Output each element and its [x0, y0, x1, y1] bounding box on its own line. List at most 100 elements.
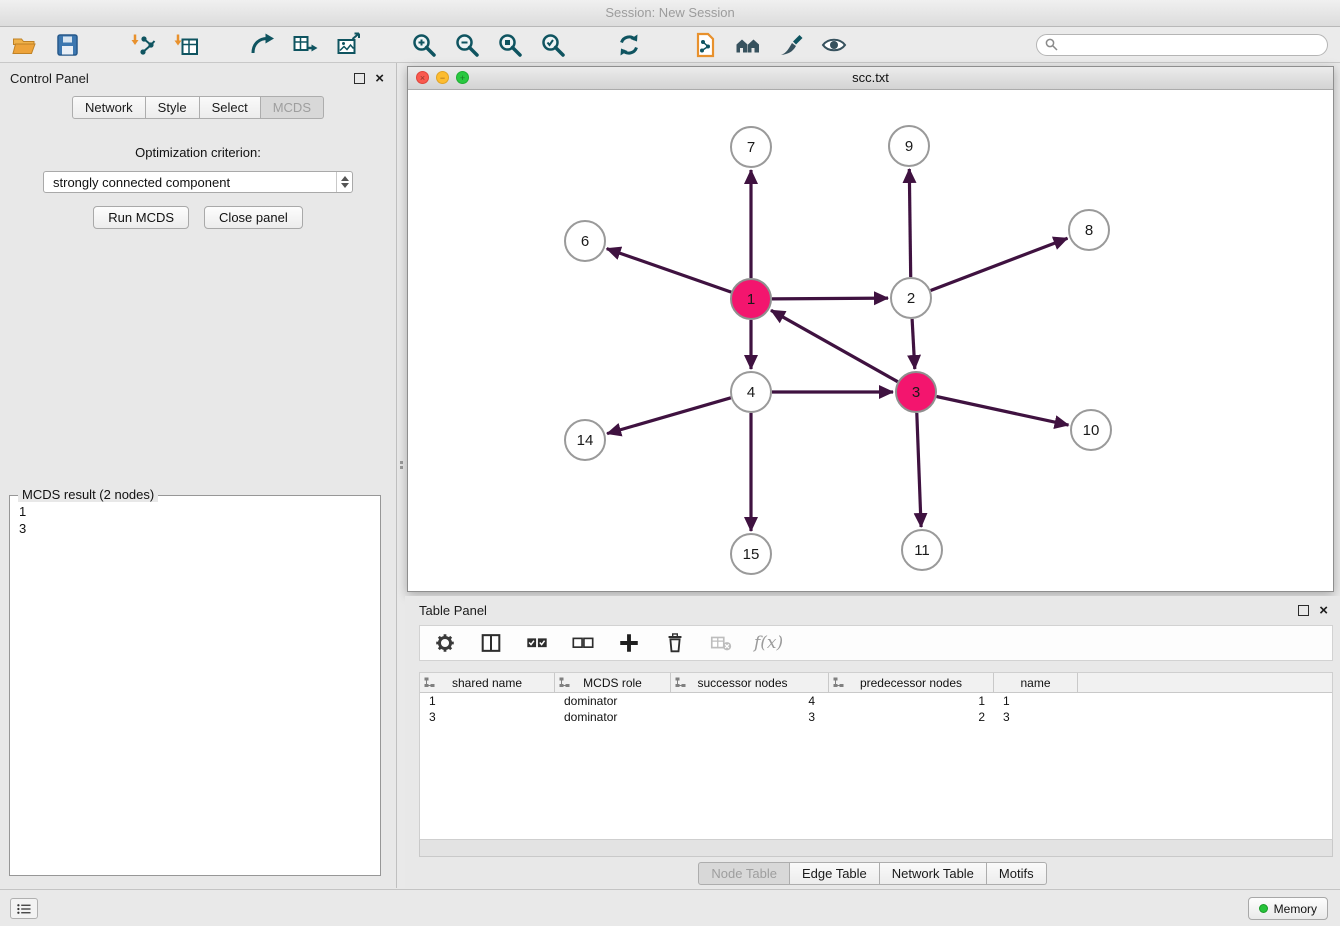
select-all-icon[interactable]	[524, 630, 550, 656]
tab-motifs[interactable]: Motifs	[987, 862, 1047, 885]
table-settings-gear-icon[interactable]	[432, 630, 458, 656]
column-header-name[interactable]: name	[994, 673, 1078, 692]
graph-edge-2-8[interactable]	[931, 238, 1068, 290]
zoom-in-icon[interactable]	[410, 31, 438, 59]
node-table[interactable]: shared name MCDS role successor	[419, 672, 1333, 840]
memory-button[interactable]: Memory	[1248, 897, 1328, 920]
tab-edge-table[interactable]: Edge Table	[790, 862, 880, 885]
graph-node-7[interactable]: 7	[731, 127, 771, 167]
cell-successor-nodes[interactable]: 4	[671, 694, 829, 708]
tab-node-table[interactable]: Node Table	[698, 862, 790, 885]
cell-mcds-role[interactable]: dominator	[555, 710, 671, 724]
export-table-icon[interactable]	[291, 31, 319, 59]
save-session-icon[interactable]	[53, 31, 81, 59]
run-mcds-button[interactable]: Run MCDS	[93, 206, 189, 229]
graph-node-1[interactable]: 1	[731, 279, 771, 319]
deselect-all-icon[interactable]	[570, 630, 596, 656]
close-table-panel-icon[interactable]: ×	[1319, 605, 1328, 617]
add-column-icon[interactable]	[616, 630, 642, 656]
float-panel-icon[interactable]	[354, 73, 365, 84]
tab-network[interactable]: Network	[72, 96, 146, 119]
graph-edge-4-14[interactable]	[607, 398, 731, 434]
graph-edge-2-9[interactable]	[909, 169, 910, 277]
cell-shared-name[interactable]: 1	[420, 694, 555, 708]
float-table-panel-icon[interactable]	[1298, 605, 1309, 616]
graph-edge-3-10[interactable]	[937, 397, 1069, 426]
graph-node-9[interactable]: 9	[889, 126, 929, 166]
tab-network-table[interactable]: Network Table	[880, 862, 987, 885]
import-network-icon[interactable]	[129, 31, 157, 59]
graph-node-8[interactable]: 8	[1069, 210, 1109, 250]
export-table-glyph	[292, 32, 318, 58]
column-header-mcds-role[interactable]: MCDS role	[555, 673, 671, 692]
import-table-icon[interactable]	[172, 31, 200, 59]
cell-name[interactable]: 1	[994, 694, 1078, 708]
column-header-successor-nodes[interactable]: successor nodes	[671, 673, 829, 692]
graph-node-label: 15	[743, 546, 760, 563]
column-header-shared-name[interactable]: shared name	[420, 673, 555, 692]
tab-select[interactable]: Select	[200, 96, 261, 119]
cell-mcds-role[interactable]: dominator	[555, 694, 671, 708]
graph-node-6[interactable]: 6	[565, 221, 605, 261]
network-window-title: scc.txt	[852, 70, 889, 85]
graph-edge-2-3[interactable]	[912, 319, 915, 369]
export-network-icon[interactable]	[248, 31, 276, 59]
graph-node-3[interactable]: 3	[896, 372, 936, 412]
network-window-titlebar[interactable]: × − + scc.txt	[408, 67, 1333, 90]
graph-edge-1-2[interactable]	[772, 298, 888, 299]
network-canvas[interactable]: 7 9 6 8 1 2 4 3 14 10 15 11	[408, 90, 1333, 591]
graph-node-11[interactable]: 11	[902, 530, 942, 570]
cell-predecessor-nodes[interactable]: 2	[829, 710, 994, 724]
table-row[interactable]: 3 dominator 3 2 3	[420, 709, 1332, 725]
zoom-out-glyph	[454, 32, 480, 58]
mcds-result-box[interactable]: MCDS result (2 nodes) 1 3	[9, 495, 381, 876]
graph-edge-1-6[interactable]	[607, 249, 732, 293]
zoom-fit-icon[interactable]	[496, 31, 524, 59]
cell-successor-nodes[interactable]: 3	[671, 710, 829, 724]
table-row[interactable]: 1 dominator 4 1 1	[420, 693, 1332, 709]
horizontal-scrollbar[interactable]	[419, 840, 1333, 857]
graph-node-10[interactable]: 10	[1071, 410, 1111, 450]
function-builder-icon: f(x)	[754, 633, 783, 653]
refresh-icon[interactable]	[615, 31, 643, 59]
column-header-predecessor-nodes[interactable]: predecessor nodes	[829, 673, 994, 692]
graph-node-label: 11	[914, 542, 930, 559]
delete-column-trash-icon[interactable]	[662, 630, 688, 656]
graph-node-15[interactable]: 15	[731, 534, 771, 574]
tab-style[interactable]: Style	[146, 96, 200, 119]
minimize-window-icon[interactable]: −	[436, 71, 449, 84]
tab-mcds[interactable]: MCDS	[261, 96, 324, 119]
cell-predecessor-nodes[interactable]: 1	[829, 694, 994, 708]
graph-node-label: 14	[577, 432, 594, 449]
deselect-all-glyph	[571, 631, 595, 655]
table-panel-header: Table Panel ×	[405, 596, 1340, 620]
zoom-window-icon[interactable]: +	[456, 71, 469, 84]
cell-shared-name[interactable]: 3	[420, 710, 555, 724]
task-history-button[interactable]	[10, 898, 38, 919]
close-panel-icon[interactable]: ×	[375, 73, 384, 85]
select-all-glyph	[525, 631, 549, 655]
close-window-icon[interactable]: ×	[416, 71, 429, 84]
optimization-criterion-select[interactable]: strongly connected component	[43, 171, 353, 193]
show-columns-icon[interactable]	[478, 630, 504, 656]
network-graph[interactable]: 7 9 6 8 1 2 4 3 14 10 15 11	[408, 90, 1333, 591]
share-document-icon[interactable]	[691, 31, 719, 59]
export-image-icon[interactable]	[334, 31, 362, 59]
export-image-glyph	[335, 32, 361, 58]
zoom-selected-icon[interactable]	[539, 31, 567, 59]
cell-name[interactable]: 3	[994, 710, 1078, 724]
graph-node-4[interactable]: 4	[731, 372, 771, 412]
graph-node-14[interactable]: 14	[565, 420, 605, 460]
search-input[interactable]	[1063, 37, 1319, 53]
graph-node-2[interactable]: 2	[891, 278, 931, 318]
close-panel-button[interactable]: Close panel	[204, 206, 303, 229]
first-neighbors-icon[interactable]	[734, 31, 762, 59]
show-hide-icon[interactable]	[820, 31, 848, 59]
graph-edge-3-11[interactable]	[917, 413, 921, 527]
open-folder-icon[interactable]	[10, 31, 38, 59]
paint-style-icon[interactable]	[777, 31, 805, 59]
zoom-out-icon[interactable]	[453, 31, 481, 59]
export-network-glyph	[249, 32, 275, 58]
search-field[interactable]	[1036, 34, 1328, 56]
graph-edge-3-1[interactable]	[771, 310, 898, 381]
